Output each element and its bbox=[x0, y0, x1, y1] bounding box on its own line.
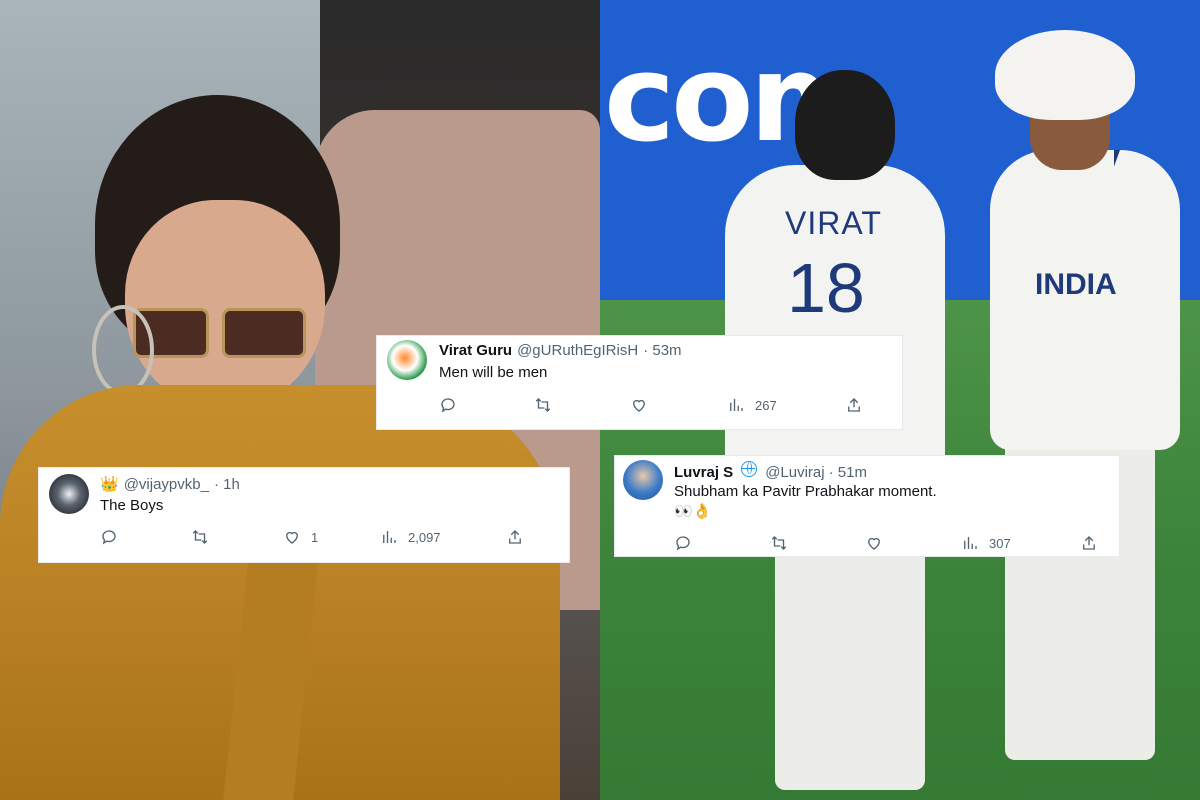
views-button[interactable]: 2,097 bbox=[380, 528, 441, 546]
reply-button[interactable] bbox=[674, 534, 692, 552]
verified-globe-icon bbox=[741, 461, 758, 477]
tweet-time[interactable]: · 53m bbox=[643, 342, 681, 359]
views-icon bbox=[964, 537, 977, 549]
views-count: 307 bbox=[989, 535, 1011, 551]
player-shubman: INDIA bbox=[985, 30, 1185, 770]
like-button[interactable] bbox=[630, 396, 648, 414]
tweet-card-virat-guru[interactable]: Virat Guru @gURuthEgIRisH · 53m Men will… bbox=[376, 335, 903, 430]
views-button[interactable]: 307 bbox=[961, 534, 1011, 552]
share-icon bbox=[1083, 536, 1095, 550]
reply-icon bbox=[102, 530, 116, 545]
tweet-time[interactable]: · 51m bbox=[829, 464, 867, 481]
views-icon bbox=[730, 399, 743, 411]
spectator-face bbox=[125, 200, 325, 410]
player-virat: VIRAT 18 bbox=[705, 70, 945, 790]
tweet-card-vijay[interactable]: 👑 @vijaypvkb_ · 1h The Boys 1 2,097 bbox=[38, 467, 570, 563]
like-icon bbox=[633, 399, 645, 412]
reply-button[interactable] bbox=[100, 528, 118, 546]
retweet-icon bbox=[535, 398, 551, 412]
author-handle[interactable]: @gURuthEgIRisH bbox=[517, 342, 638, 359]
tweet-emoji-line: 👀👌 bbox=[674, 503, 712, 520]
tweet-text: Shubham ka Pavitr Prabhakar moment. bbox=[674, 483, 937, 500]
like-button[interactable]: 1 bbox=[283, 528, 318, 546]
crown-icon: 👑 bbox=[100, 476, 119, 493]
like-icon bbox=[868, 537, 880, 550]
reply-button[interactable] bbox=[439, 396, 457, 414]
tweet-text: The Boys bbox=[100, 497, 164, 514]
reply-icon bbox=[441, 398, 455, 413]
sunglasses-right-lens bbox=[222, 308, 306, 358]
hoop-earring bbox=[92, 305, 154, 395]
author-handle[interactable]: @vijaypvkb_ bbox=[124, 476, 209, 493]
jersey-name: VIRAT bbox=[785, 205, 882, 241]
tweet-text: Men will be men bbox=[439, 364, 548, 381]
retweet-button[interactable] bbox=[191, 528, 209, 546]
views-count: 267 bbox=[755, 397, 777, 413]
retweet-button[interactable] bbox=[770, 534, 788, 552]
player-head bbox=[795, 70, 895, 180]
tweet-card-luvraj[interactable]: Luvraj S @Luviraj · 51m Shubham ka Pavit… bbox=[614, 455, 1120, 557]
jersey-number: 18 bbox=[787, 249, 865, 327]
retweet-icon bbox=[771, 536, 787, 550]
author-name[interactable]: Virat Guru bbox=[439, 342, 512, 359]
share-button[interactable] bbox=[845, 396, 863, 414]
like-button[interactable] bbox=[865, 534, 883, 552]
sun-hat bbox=[995, 30, 1135, 120]
views-icon bbox=[383, 531, 396, 543]
avatar[interactable] bbox=[49, 474, 89, 514]
likes-count: 1 bbox=[311, 529, 319, 545]
reply-icon bbox=[676, 536, 690, 551]
avatar[interactable] bbox=[387, 340, 427, 380]
retweet-icon bbox=[192, 530, 208, 544]
share-button[interactable] bbox=[1080, 534, 1098, 552]
views-count: 2,097 bbox=[408, 529, 441, 545]
author-handle[interactable]: @Luviraj bbox=[765, 464, 824, 481]
jersey-team: INDIA bbox=[1035, 268, 1117, 301]
retweet-button[interactable] bbox=[534, 396, 552, 414]
like-icon bbox=[286, 531, 298, 544]
author-name[interactable]: Luvraj S bbox=[674, 464, 733, 481]
share-icon bbox=[848, 398, 860, 412]
views-button[interactable]: 267 bbox=[727, 396, 777, 414]
share-icon bbox=[509, 530, 521, 544]
share-button[interactable] bbox=[506, 528, 524, 546]
avatar[interactable] bbox=[623, 460, 663, 500]
tweet-time[interactable]: · 1h bbox=[214, 476, 240, 493]
